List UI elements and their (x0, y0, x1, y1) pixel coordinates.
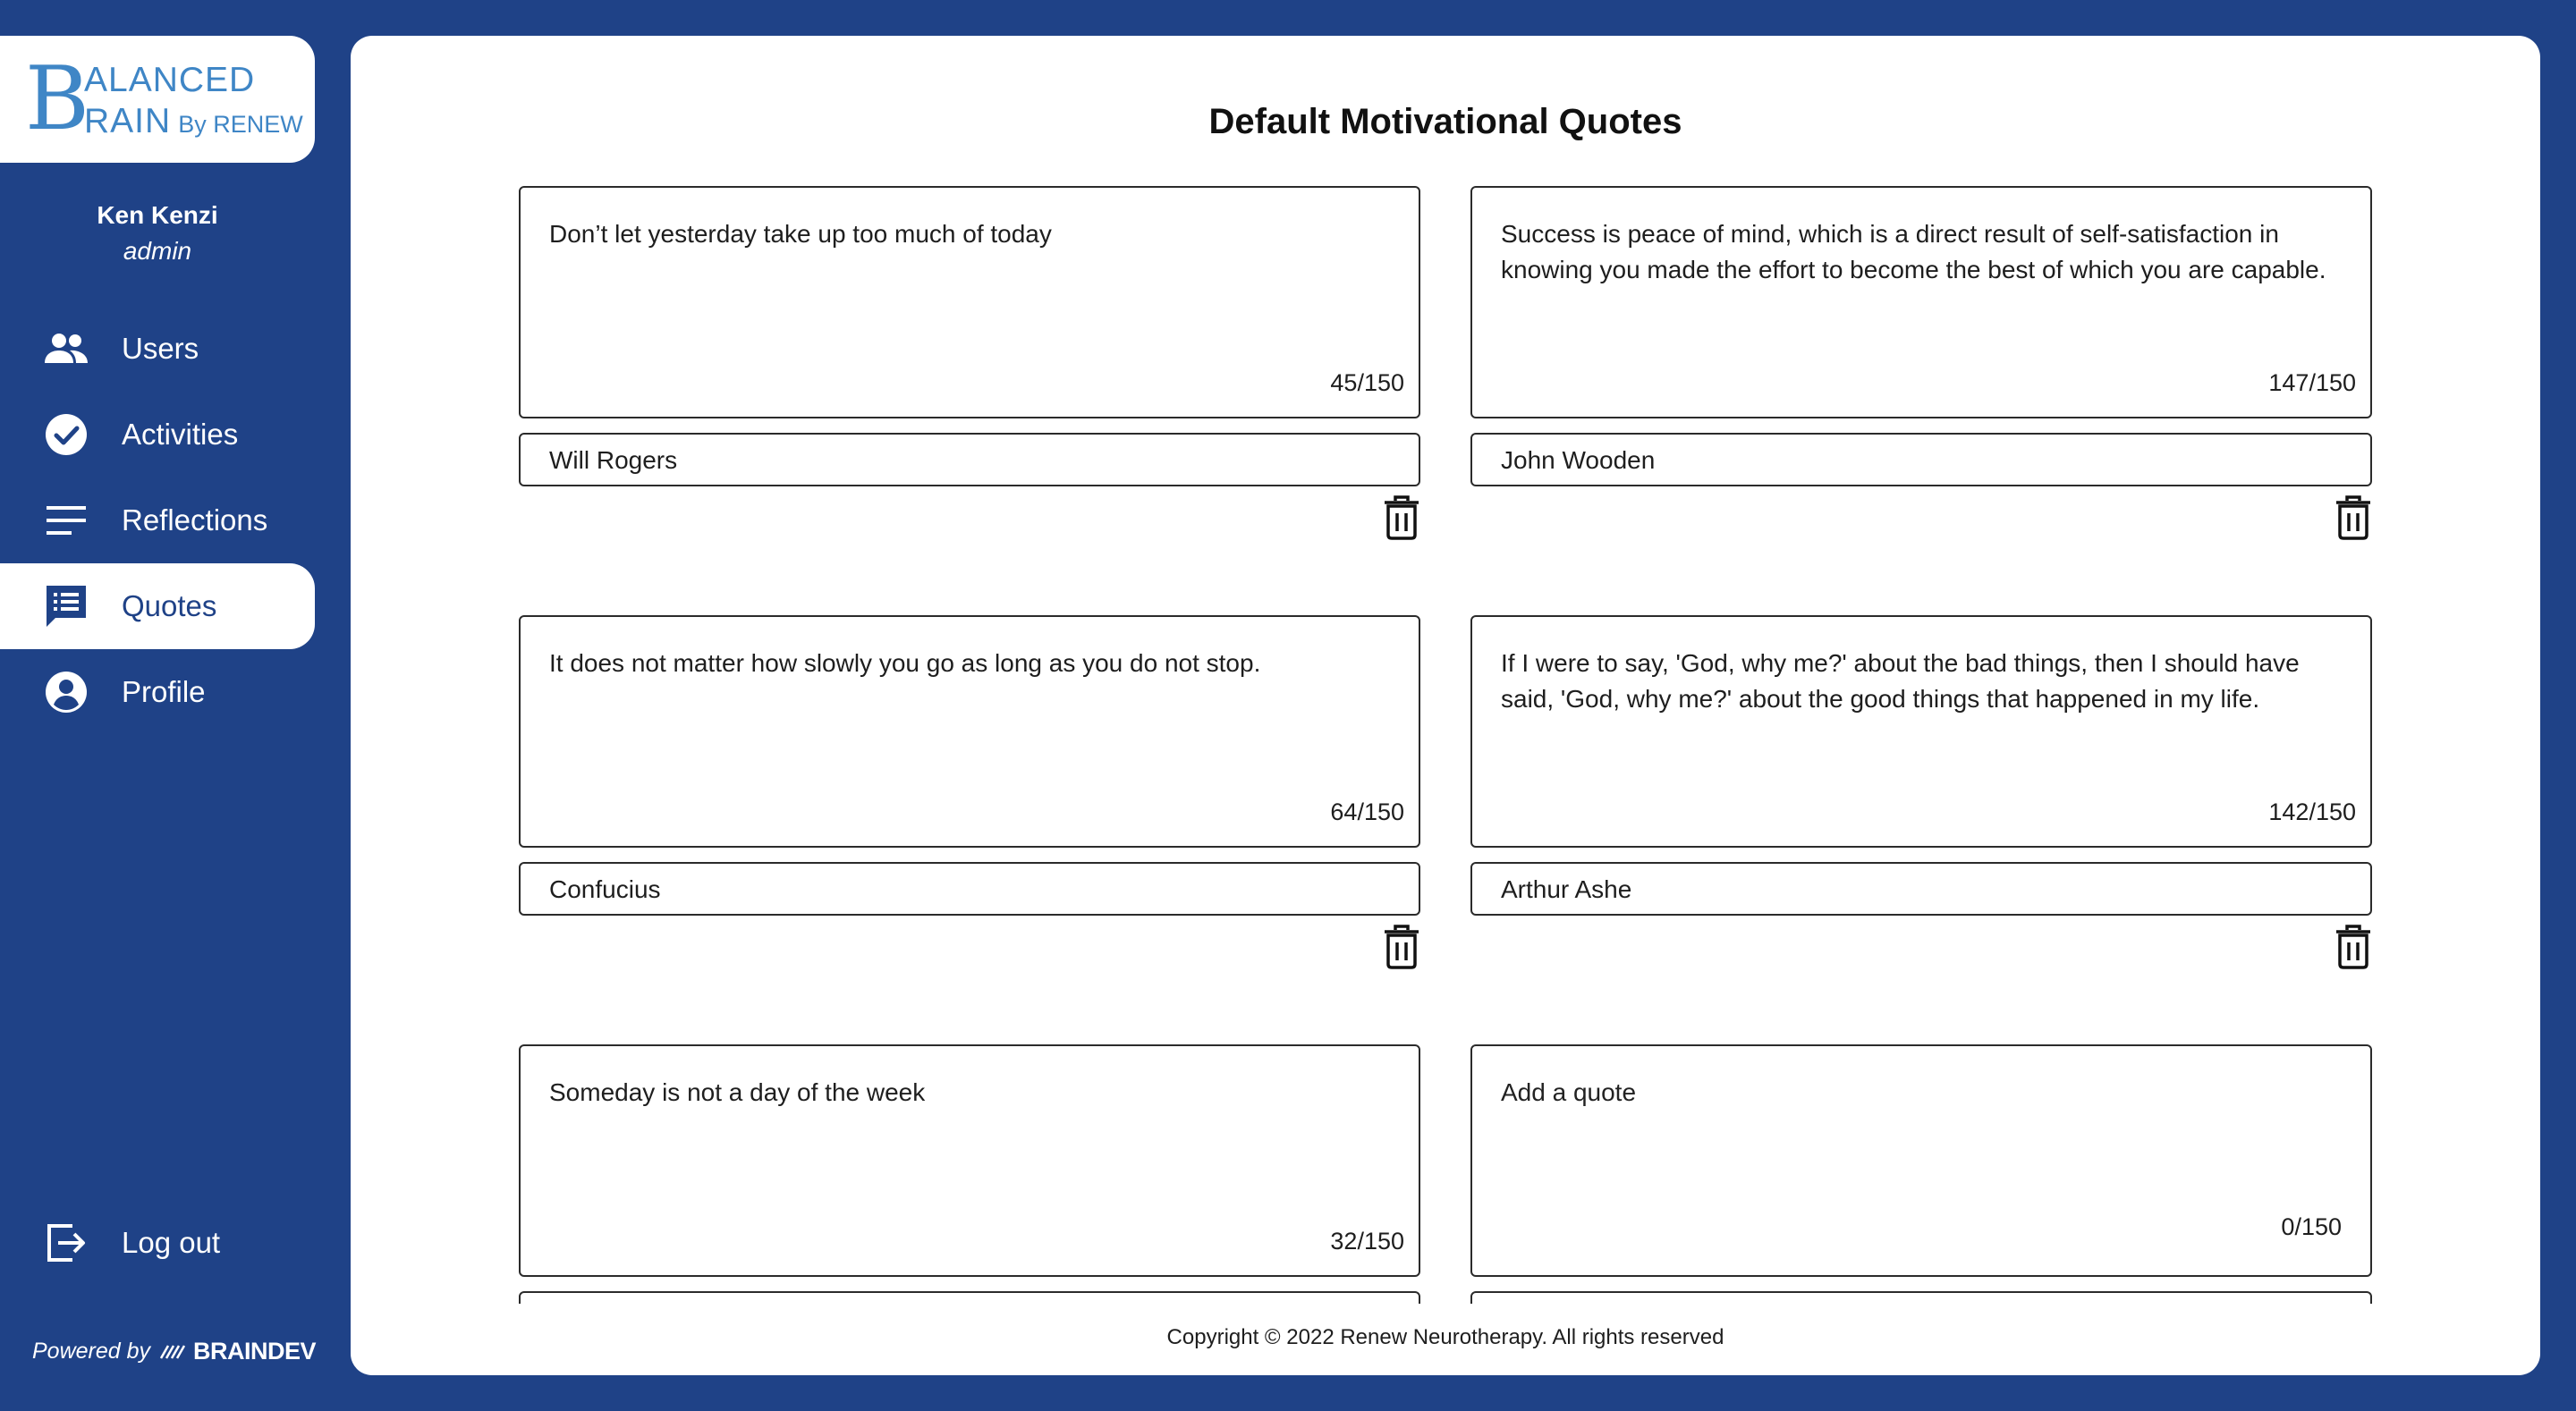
new-author-field[interactable] (1470, 1291, 2372, 1304)
new-quote-field[interactable]: Add a quote 0/150 (1470, 1044, 2372, 1277)
delete-icon[interactable] (1383, 925, 1420, 969)
quote-text-field[interactable]: If I were to say, 'God, why me?' about t… (1470, 615, 2372, 848)
author-field[interactable]: Confucius (519, 862, 1420, 916)
user-role: admin (123, 237, 192, 265)
char-counter: 45/150 (1330, 369, 1404, 396)
quotes-scroll-area[interactable]: Default Motivational Quotes Don’t let ye… (351, 36, 2540, 1304)
sidebar-item-label: Activities (122, 418, 239, 451)
char-counter: 32/150 (1330, 1228, 1404, 1255)
sidebar-item-profile[interactable]: Profile (0, 649, 315, 735)
footer-copyright: Copyright © 2022 Renew Neurotherapy. All… (1166, 1325, 1724, 1349)
char-counter: 0/150 (2281, 1213, 2342, 1240)
user-name: Ken Kenzi (97, 201, 218, 229)
sidebar: B ALANCED RAIN By RENEW Ken Kenzi admin U… (0, 0, 351, 1411)
delete-icon[interactable] (2334, 495, 2372, 540)
powered-by: Powered by BRAINDEV (32, 1338, 317, 1365)
lines-icon (43, 499, 89, 542)
sidebar-item-quotes[interactable]: Quotes (0, 563, 315, 649)
powered-by-brand: BRAINDEV (193, 1338, 317, 1365)
quote-text-field[interactable]: Someday is not a day of the week 32/150 (519, 1044, 1420, 1277)
author-text: Confucius (549, 875, 661, 903)
quote-text-field[interactable]: Don’t let yesterday take up too much of … (519, 186, 1420, 418)
logo-line1: ALANCED (84, 61, 256, 99)
sidebar-item-users[interactable]: Users (0, 306, 315, 392)
quote-text: Someday is not a day of the week (549, 1078, 926, 1106)
quote-text: Success is peace of mind, which is a dir… (1501, 220, 2326, 283)
logout-label: Log out (122, 1226, 221, 1259)
delete-icon[interactable] (1383, 495, 1420, 540)
sidebar-item-label: Users (122, 332, 199, 365)
author-text: John Wooden (1501, 446, 1656, 474)
quote-text: It does not matter how slowly you go as … (549, 649, 1261, 677)
powered-by-prefix: Powered by (32, 1339, 151, 1364)
char-counter: 142/150 (2268, 798, 2356, 825)
sidebar-item-label: Reflections (122, 503, 268, 537)
sidebar-item-label: Profile (122, 675, 206, 708)
logo-line2: RAIN By RENEW (84, 102, 303, 144)
sidebar-item-reflections[interactable]: Reflections (0, 477, 315, 563)
quote-list-icon (43, 585, 89, 628)
account-circle-icon (43, 671, 89, 714)
sidebar-item-activities[interactable]: Activities (0, 392, 315, 477)
users-icon (43, 327, 89, 370)
braindev-mark-icon (159, 1344, 186, 1359)
check-circle-icon (43, 413, 89, 456)
author-field[interactable]: Will Rogers (519, 433, 1420, 486)
logo[interactable]: B ALANCED RAIN By RENEW (0, 36, 315, 163)
logo-sub: By RENEW (178, 111, 303, 138)
new-quote-placeholder: Add a quote (1501, 1078, 1637, 1106)
sidebar-item-label: Quotes (122, 589, 217, 622)
logout-icon (43, 1221, 89, 1264)
logout-button[interactable]: Log out (0, 1200, 315, 1286)
quote-text: Don’t let yesterday take up too much of … (549, 220, 1052, 248)
author-field[interactable] (519, 1291, 1420, 1304)
delete-icon[interactable] (2334, 925, 2372, 969)
author-field[interactable]: Arthur Ashe (1470, 862, 2372, 916)
page-title: Default Motivational Quotes (1208, 102, 1682, 141)
author-text: Will Rogers (549, 446, 678, 474)
logo-line2-text: RAIN (84, 102, 172, 140)
main-panel: Default Motivational Quotes Don’t let ye… (351, 36, 2540, 1375)
quote-text-field[interactable]: Success is peace of mind, which is a dir… (1470, 186, 2372, 418)
author-text: Arthur Ashe (1501, 875, 1632, 903)
char-counter: 147/150 (2268, 369, 2356, 396)
char-counter: 64/150 (1330, 798, 1404, 825)
quote-text-field[interactable]: It does not matter how slowly you go as … (519, 615, 1420, 848)
logo-letter: B (25, 48, 90, 150)
author-field[interactable]: John Wooden (1470, 433, 2372, 486)
quote-text: If I were to say, 'God, why me?' about t… (1501, 649, 2300, 713)
